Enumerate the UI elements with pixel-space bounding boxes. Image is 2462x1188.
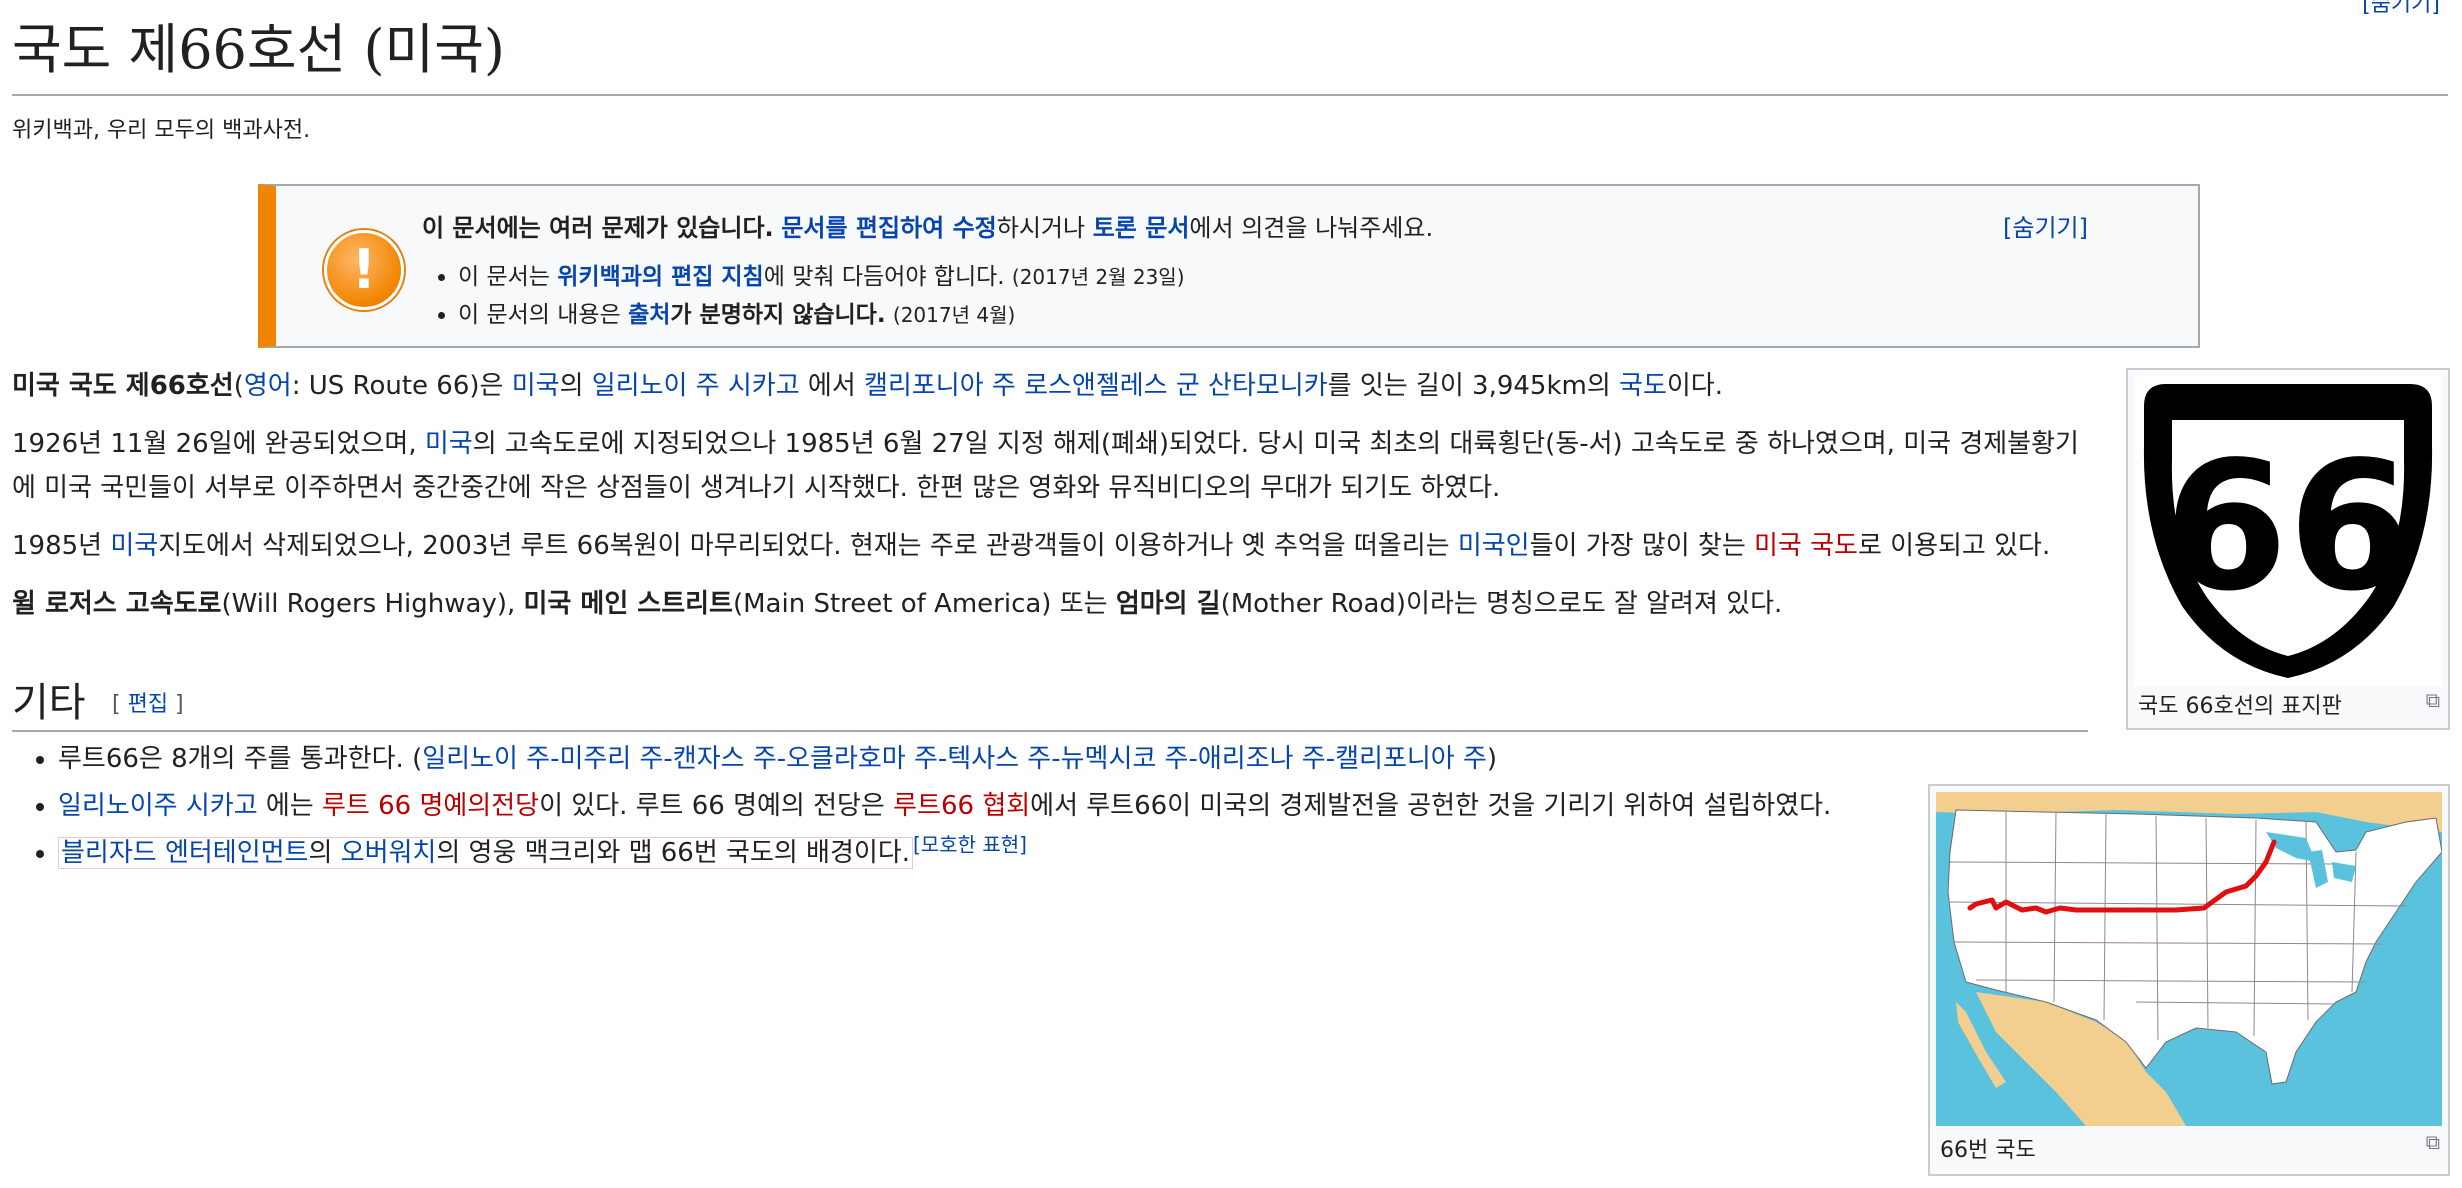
vague-tag-link[interactable]: [모호한 표현]: [913, 832, 1027, 856]
issue-date: (2017년 4월): [892, 303, 1016, 327]
shield-number: 66: [2164, 423, 2412, 630]
ambox-issue-style: 이 문서는 위키백과의 편집 지침에 맞춰 다듬어야 합니다. (2017년 2…: [458, 258, 1185, 296]
text: 를 잇는 길이 3,945km의: [1327, 371, 1620, 401]
list-item: 블리자드 엔터테인먼트의 오버워치의 영웅 맥크리와 맵 66번 국도의 배경이…: [58, 830, 1831, 877]
shield-thumbnail[interactable]: 66 국도 66호선의 표지판 ⧉: [2126, 368, 2450, 730]
bracket: ]: [168, 692, 184, 717]
text: 로 이용되고 있다.: [1857, 531, 2051, 561]
chicago-link[interactable]: 일리노이 주 시카고: [592, 371, 800, 401]
text: 1926년 11월 26일에 완공되었으며,: [12, 429, 425, 459]
text: 루트66은 8개의 주를 통과한다. (: [58, 744, 423, 774]
ambox-heading: 이 문서에는 여러 문제가 있습니다. 문서를 편집하여 수정하시거나 토론 문…: [422, 208, 1433, 243]
text: 의: [308, 838, 341, 868]
sources-link[interactable]: 출처: [628, 302, 670, 328]
issues-message-box: ! 이 문서에는 여러 문제가 있습니다. 문서를 편집하여 수정하시거나 토론…: [258, 184, 2200, 348]
text: 이다.: [1666, 371, 1723, 401]
text: (: [233, 371, 244, 401]
ambox-text: 에서 의견을 나눠주세요.: [1189, 214, 1434, 242]
blizzard-link[interactable]: 블리자드 엔터테인먼트: [61, 838, 308, 868]
magnify-icon[interactable]: ⧉: [2426, 1130, 2440, 1154]
text: 의 영웅 맥크리와 맵 66번 국도의 배경이다.: [436, 838, 911, 868]
section-heading: 기타 [ 편집 ]: [12, 670, 2088, 732]
route-66-map-image[interactable]: [1936, 792, 2442, 1126]
text: 이 있다. 루트 66 명예의 전당은: [539, 791, 894, 821]
americans-link[interactable]: 미국인: [1458, 531, 1530, 561]
text: (Main Street of America) 또는: [732, 589, 1116, 619]
text: (Mother Road)이라는 명칭으로도 잘 알려져 있다.: [1220, 589, 1783, 619]
hall-of-fame-redlink[interactable]: 루트 66 명예의전당: [322, 791, 539, 821]
map-caption: 66번 국도: [1940, 1138, 2036, 1163]
text: : US Route 66)은: [291, 371, 512, 401]
text: 1985년: [12, 531, 111, 561]
shield-caption: 국도 66호선의 표지판: [2138, 694, 2342, 719]
nickname: 엄마의 길: [1115, 589, 1221, 619]
edit-article-link[interactable]: 문서를 편집하여 수정: [781, 214, 996, 242]
site-tagline: 위키백과, 우리 모두의 백과사전.: [12, 118, 311, 143]
shield-svg: 66: [2143, 384, 2433, 678]
editing-guideline-link[interactable]: 위키백과의 편집 지침: [557, 264, 763, 290]
section-edit-link[interactable]: 편집: [128, 692, 168, 717]
route66-association-redlink[interactable]: 루트66 협회: [893, 791, 1030, 821]
route-map-thumbnail[interactable]: 66번 국도 ⧉: [1928, 784, 2450, 1176]
bracket: [: [112, 692, 128, 717]
history-paragraph: 1926년 11월 26일에 완공되었으며, 미국의 고속도로에 지정되었으나 …: [12, 422, 2082, 510]
list-item: 루트66은 8개의 주를 통과한다. (일리노이 주-미주리 주-캔자스 주-오…: [58, 736, 1831, 783]
ambox-heading-bold: 이 문서에는 여러 문제가 있습니다.: [422, 214, 774, 242]
text: ): [1486, 744, 1498, 774]
page-title: 국도 제66호선 (미국): [12, 10, 2448, 96]
section-edit: [ 편집 ]: [112, 686, 184, 718]
talk-page-link[interactable]: 토론 문서: [1093, 214, 1190, 242]
chicago-link[interactable]: 일리노이주 시카고: [58, 791, 258, 821]
text: (Will Rogers Highway),: [221, 589, 524, 619]
ambox-hide-toggle[interactable]: [숨기기]: [2003, 208, 2088, 243]
misc-list: 루트66은 8개의 주를 통과한다. (일리노이 주-미주리 주-캔자스 주-오…: [12, 736, 1831, 877]
article-subject: 미국 국도 제66호선: [12, 371, 234, 401]
magnify-icon[interactable]: ⧉: [2426, 688, 2440, 712]
list-item: 일리노이주 시카고 에는 루트 66 명예의전당이 있다. 루트 66 명예의 …: [58, 783, 1831, 830]
ambox-text: 하시거나: [996, 214, 1086, 242]
map-svg: [1936, 792, 2442, 1126]
section-title: 기타: [12, 680, 86, 726]
nicknames-paragraph: 윌 로저스 고속도로(Will Rogers Highway), 미국 메인 스…: [12, 582, 2082, 626]
overwatch-link[interactable]: 오버워치: [341, 838, 437, 868]
route-66-shield-image[interactable]: 66: [2134, 376, 2442, 686]
ambox-issue-list: 이 문서는 위키백과의 편집 지침에 맞춰 다듬어야 합니다. (2017년 2…: [422, 258, 1185, 334]
us-highway-redlink[interactable]: 미국 국도: [1754, 531, 1858, 561]
text: 의: [559, 371, 592, 401]
santa-monica-link[interactable]: 캘리포니아 주 로스앤젤레스 군 산타모니카: [864, 371, 1328, 401]
intro-paragraph: 미국 국도 제66호선(영어: US Route 66)은 미국의 일리노이 주…: [12, 364, 2082, 408]
issue-text: 이 문서는: [458, 264, 550, 290]
current-status-paragraph: 1985년 미국지도에서 삭제되었으나, 2003년 루트 66복원이 마무리되…: [12, 524, 2082, 568]
nickname: 윌 로저스 고속도로: [12, 589, 222, 619]
text: 에서: [799, 371, 865, 401]
usa-link[interactable]: 미국: [425, 429, 473, 459]
states-link[interactable]: 일리노이 주-미주리 주-캔자스 주-오클라호마 주-텍사스 주-뉴멕시코 주-…: [422, 744, 1487, 774]
issue-text: 이 문서의 내용은: [458, 302, 621, 328]
text: 지도에서 삭제되었으나, 2003년 루트 66복원이 마무리되었다. 현재는 …: [158, 531, 1458, 561]
text: 에서 루트66이 미국의 경제발전을 공헌한 것을 기리기 위하여 설립하였다.: [1030, 791, 1832, 821]
usa-link[interactable]: 미국: [110, 531, 158, 561]
text: 들이 가장 많이 찾는: [1529, 531, 1755, 561]
national-highway-link[interactable]: 국도: [1619, 371, 1667, 401]
nickname: 미국 메인 스트리트: [523, 589, 733, 619]
text: 에는: [257, 791, 322, 821]
usa-link[interactable]: 미국: [512, 371, 560, 401]
vague-phrase: 블리자드 엔터테인먼트의 오버워치의 영웅 맥크리와 맵 66번 국도의 배경이…: [58, 837, 914, 869]
warning-icon: !: [324, 230, 404, 310]
issue-date: (2017년 2월 23일): [1011, 265, 1185, 289]
article-body: 미국 국도 제66호선(영어: US Route 66)은 미국의 일리노이 주…: [12, 364, 2082, 640]
issue-text: 가 분명하지 않습니다.: [670, 302, 886, 328]
issue-text: 에 맞춰 다듬어야 합니다.: [763, 264, 1005, 290]
ambox-issue-sources: 이 문서의 내용은 출처가 분명하지 않습니다. (2017년 4월): [458, 296, 1185, 334]
english-language-link[interactable]: 영어: [244, 371, 292, 401]
